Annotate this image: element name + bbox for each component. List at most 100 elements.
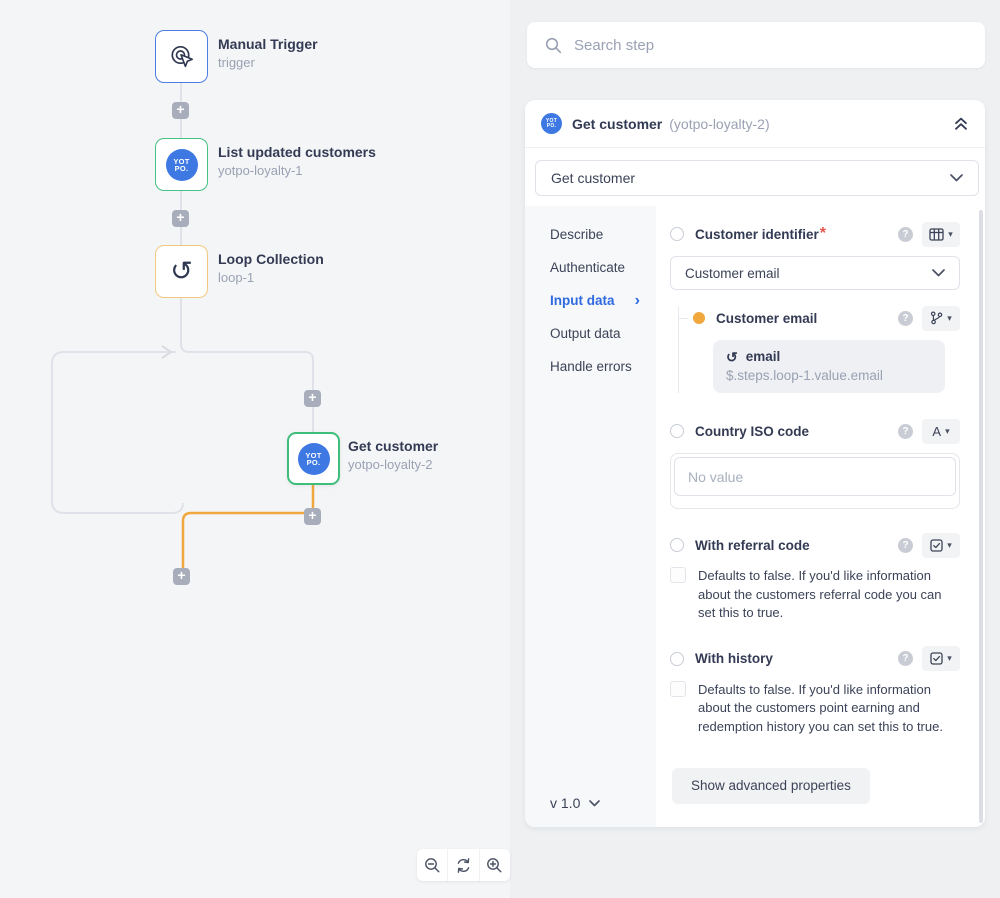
loop-return-connector xyxy=(52,352,183,513)
node-list-updated-customers[interactable]: YOT PO. xyxy=(155,138,208,191)
subproperty-customer-email: Customer email ? ▾ xyxy=(678,306,960,393)
nav-item-describe[interactable]: Describe xyxy=(525,218,656,251)
help-icon[interactable]: ? xyxy=(898,424,913,439)
field-type-button[interactable]: ▾ xyxy=(922,222,960,247)
zoom-in-icon xyxy=(486,857,503,874)
field-label: With referral code xyxy=(695,538,810,553)
node-get-customer[interactable]: YOT PO. xyxy=(287,432,340,485)
nav-item-output-data[interactable]: Output data xyxy=(525,317,656,350)
help-icon[interactable]: ? xyxy=(898,311,913,326)
country-iso-input[interactable]: No value xyxy=(674,457,956,496)
zoom-out-button[interactable] xyxy=(417,849,447,881)
table-icon xyxy=(929,228,944,241)
nav-item-input-data[interactable]: Input data › xyxy=(525,284,656,317)
version-label: v 1.0 xyxy=(550,795,580,811)
refresh-icon xyxy=(455,857,472,874)
field-header-with-history: With history ? ▾ xyxy=(670,647,960,671)
node-subtitle: yotpo-loyalty-1 xyxy=(218,163,376,178)
node-manual-trigger[interactable] xyxy=(155,30,208,83)
field-type-button[interactable]: A ▾ xyxy=(922,419,960,444)
field-header-customer-email: Customer email ? ▾ xyxy=(693,306,960,330)
panel-title: Get customer xyxy=(572,116,662,132)
add-step-button[interactable]: + xyxy=(172,210,189,227)
connector-loop-to-getcustomer xyxy=(181,298,313,432)
node-title: Get customer xyxy=(348,438,438,454)
node-label-manual-trigger: Manual Trigger trigger xyxy=(218,36,318,70)
customer-identifier-select[interactable]: Customer email xyxy=(670,256,960,290)
yotpo-icon: YOT PO. xyxy=(166,149,198,181)
field-label: With history xyxy=(695,651,773,666)
add-step-button[interactable]: + xyxy=(173,568,190,585)
mapped-value-box[interactable]: ↺ email $.steps.loop-1.value.email xyxy=(713,340,945,393)
field-toggle-radio[interactable] xyxy=(670,424,684,438)
node-subtitle: loop-1 xyxy=(218,270,324,285)
node-title: Manual Trigger xyxy=(218,36,318,52)
yotpo-icon: YOT PO. xyxy=(298,443,330,475)
help-icon[interactable]: ? xyxy=(898,538,913,553)
yotpo-icon-text: PO. xyxy=(547,124,557,129)
search-input[interactable] xyxy=(574,37,967,54)
with-referral-code-field: Defaults to false. If you'd like informa… xyxy=(670,567,960,623)
caret-down-icon: ▾ xyxy=(947,540,952,551)
collapse-panel-button[interactable] xyxy=(953,116,969,131)
reset-view-button[interactable] xyxy=(447,849,478,881)
yotpo-icon: YOT PO. xyxy=(541,113,562,134)
nav-item-handle-errors[interactable]: Handle errors xyxy=(525,350,656,383)
add-step-button[interactable]: + xyxy=(304,508,321,525)
show-advanced-properties-button[interactable]: Show advanced properties xyxy=(672,768,870,804)
operation-select-value: Get customer xyxy=(551,170,635,186)
field-label: Customer email xyxy=(716,311,817,326)
with-history-field: Defaults to false. If you'd like informa… xyxy=(670,681,960,737)
field-header-with-referral-code: With referral code ? ▾ xyxy=(670,533,960,557)
text-type-icon: A xyxy=(932,424,941,439)
node-label-get-customer: Get customer yotpo-loyalty-2 xyxy=(348,438,438,472)
field-header-customer-identifier: Customer identifier * ? ▾ xyxy=(670,222,960,246)
workflow-connectors xyxy=(0,0,520,898)
mapped-value-path: $.steps.loop-1.value.email xyxy=(726,368,932,383)
double-chevron-up-icon xyxy=(953,116,969,131)
help-icon[interactable]: ? xyxy=(898,227,913,242)
zoom-out-icon xyxy=(424,857,441,874)
node-title: List updated customers xyxy=(218,144,376,160)
add-step-button[interactable]: + xyxy=(172,102,189,119)
version-select[interactable]: v 1.0 xyxy=(550,795,600,811)
caret-down-icon: ▾ xyxy=(948,229,953,240)
nav-item-authenticate[interactable]: Authenticate xyxy=(525,251,656,284)
zoom-in-button[interactable] xyxy=(479,849,510,881)
chevron-down-icon xyxy=(589,800,600,807)
operation-select[interactable]: Get customer xyxy=(535,160,979,196)
field-toggle-radio[interactable] xyxy=(670,227,684,241)
checkbox-type-icon xyxy=(930,539,943,552)
country-iso-field: No value xyxy=(670,453,960,509)
workflow-canvas[interactable]: Manual Trigger trigger YOT PO. List upda… xyxy=(0,0,520,898)
search-step-bar[interactable] xyxy=(527,22,985,68)
panel-nav: Describe Authenticate Input data › Outpu… xyxy=(525,206,656,827)
panel-header: YOT PO. Get customer (yotpo-loyalty-2) xyxy=(525,100,985,148)
node-subtitle: yotpo-loyalty-2 xyxy=(348,457,438,472)
help-icon[interactable]: ? xyxy=(898,651,913,666)
chevron-right-icon: › xyxy=(635,294,640,307)
branch-icon xyxy=(930,311,943,325)
field-type-button[interactable]: ▾ xyxy=(922,306,960,331)
chevron-down-icon xyxy=(950,174,963,182)
node-title: Loop Collection xyxy=(218,251,324,267)
add-step-button[interactable]: + xyxy=(304,390,321,407)
field-description: Defaults to false. If you'd like informa… xyxy=(698,681,956,737)
loop-icon: ↺ xyxy=(726,350,738,364)
search-icon xyxy=(545,37,562,54)
manual-trigger-icon xyxy=(167,42,197,72)
field-header-country-iso: Country ISO code ? A ▾ xyxy=(670,419,960,443)
with-referral-code-checkbox[interactable] xyxy=(670,567,686,583)
field-type-button[interactable]: ▾ xyxy=(922,646,960,671)
panel-subtitle: (yotpo-loyalty-2) xyxy=(669,116,769,132)
mapped-value-name: email xyxy=(746,349,781,364)
mapped-indicator-dot xyxy=(693,312,705,324)
yotpo-icon-text: PO. xyxy=(307,459,321,466)
with-history-checkbox[interactable] xyxy=(670,681,686,697)
field-type-button[interactable]: ▾ xyxy=(922,533,960,558)
field-toggle-radio[interactable] xyxy=(670,538,684,552)
scrollbar[interactable] xyxy=(979,210,983,823)
node-loop-collection[interactable]: ↺ xyxy=(155,245,208,298)
field-toggle-radio[interactable] xyxy=(670,652,684,666)
caret-down-icon: ▾ xyxy=(945,426,950,437)
